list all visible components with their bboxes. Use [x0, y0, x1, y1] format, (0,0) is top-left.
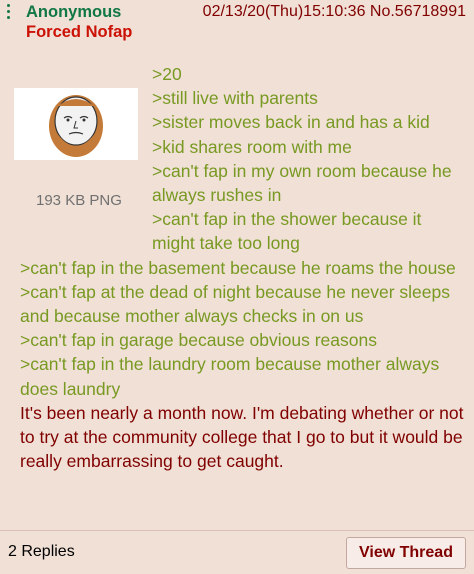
greentext-line: >can't fap at the dead of night because …: [20, 281, 450, 327]
view-thread-button[interactable]: View Thread: [346, 537, 466, 569]
post-comment: It's been nearly a month now. I'm debati…: [20, 402, 464, 472]
greentext-line: >can't fap in the basement because he ro…: [20, 257, 456, 278]
reply-count: 2 Replies: [8, 543, 75, 560]
post-menu-icon[interactable]: [7, 4, 11, 24]
post-body: >20 >still live with parents >sister mov…: [20, 62, 464, 473]
post-footer: 2 Replies View Thread: [0, 531, 474, 574]
greentext-line: >can't fap in the laundry room because m…: [20, 354, 440, 399]
post-subject: Forced Nofap: [26, 23, 133, 41]
poster-name: Anonymous: [26, 3, 122, 21]
greentext-line: >can't fap in garage because obvious rea…: [20, 330, 377, 351]
post: Anonymous Forced Nofap 02/13/20(Thu)15:1…: [0, 0, 474, 530]
post-datetime[interactable]: 02/13/20(Thu)15:10:36 No.56718991: [203, 3, 466, 21]
